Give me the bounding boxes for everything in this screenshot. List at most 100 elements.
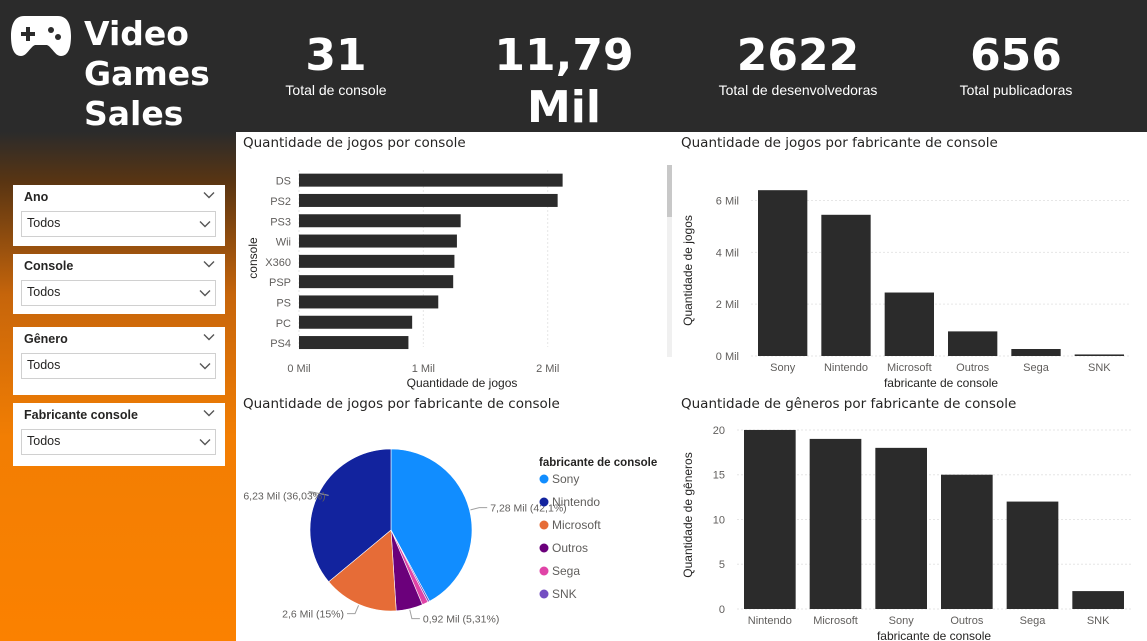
legend-marker [539, 474, 549, 484]
bar [299, 315, 413, 329]
kpi-label: Total de jogos [520, 134, 608, 150]
y-tick-label: 5 [719, 559, 725, 571]
filter-value: Todos [27, 358, 61, 372]
x-tick-label: Nintendo [748, 615, 792, 627]
filter-dropdown[interactable]: Todos [21, 280, 216, 306]
pie-leader-line [347, 605, 360, 615]
chevron-down-icon [199, 363, 211, 370]
chevron-down-icon[interactable] [203, 407, 215, 419]
app-title: Video Games Sales [84, 14, 210, 133]
legend-marker [539, 497, 549, 507]
y-tick-label: 20 [713, 425, 725, 437]
legend-label: SNK [552, 587, 577, 601]
bar [744, 429, 796, 609]
fabricante-pie-chart[interactable]: 7,28 Mil (42,1%)6,23 Mil (36,03%)2,6 Mil… [237, 415, 677, 641]
x-tick-label: SNK [1087, 615, 1110, 627]
filter-title: Console [24, 259, 74, 273]
x-tick-label: 2 Mil [536, 363, 559, 375]
chevron-down-icon [199, 221, 211, 228]
filter-value: Todos [27, 434, 61, 448]
x-axis-label: fabricante de console [877, 629, 991, 641]
bar [941, 474, 993, 609]
y-axis-label: Quantidade de gêneros [681, 452, 695, 577]
legend-label: Sony [552, 472, 579, 486]
generos-bar-chart[interactable]: 0 5 10 15 20 Nintendo Microsoft Sony Outros Sega S… [677, 415, 1147, 641]
y-axis-label: console [246, 237, 260, 279]
legend-label: Sega [552, 564, 580, 578]
filter-fabricante-console: Fabricante console Todos [13, 403, 225, 466]
filter-genero: Gênero Todos [13, 327, 225, 395]
fabricante-bar-chart[interactable]: 0 Mil 2 Mil 4 Mil 6 Mil Sony Nintendo Microsof… [677, 155, 1147, 395]
y-tick-label: PC [276, 318, 291, 330]
chevron-down-icon[interactable] [203, 189, 215, 201]
console-bar-chart[interactable]: 0 Mil 1 Mil 2 Mil DS PS2 PS3 Wii X360 PSP PS PC PS4… [237, 155, 677, 395]
filter-dropdown[interactable]: Todos [21, 429, 216, 455]
gamepad-icon [11, 16, 71, 56]
filter-title: Gênero [24, 332, 68, 346]
y-tick-label: 15 [713, 470, 725, 482]
bar [948, 331, 998, 356]
x-axis-label: fabricante de console [884, 376, 998, 390]
legend-title: fabricante de console [539, 457, 657, 469]
legend-marker [539, 543, 549, 553]
bar [884, 292, 934, 356]
y-tick-label: X360 [265, 257, 291, 269]
chevron-down-icon[interactable] [203, 331, 215, 343]
filter-value: Todos [27, 216, 61, 230]
bar [299, 173, 563, 187]
bar [809, 438, 862, 609]
x-tick-label: 0 Mil [287, 363, 310, 375]
filter-value: Todos [27, 285, 61, 299]
chevron-down-icon [199, 290, 211, 297]
x-tick-label: Outros [950, 615, 984, 627]
filter-console: Console Todos [13, 254, 225, 314]
y-tick-label: 2 Mil [716, 299, 739, 311]
y-tick-label: 4 Mil [716, 247, 739, 259]
bar [1072, 591, 1124, 609]
bar [299, 234, 457, 248]
legend-label: Nintendo [552, 495, 600, 509]
filter-title: Ano [24, 190, 49, 204]
pie-leader-line [409, 609, 420, 620]
bar [758, 190, 808, 356]
filter-ano: Ano Todos [13, 185, 225, 246]
filter-dropdown[interactable]: Todos [21, 353, 216, 379]
bar [299, 336, 409, 350]
bar [821, 214, 871, 356]
chart-title-jogos-por-console: Quantidade de jogos por console [243, 135, 466, 151]
x-tick-label: Sony [889, 615, 915, 627]
y-tick-label: PS [276, 297, 291, 309]
x-axis-label: Quantidade de jogos [407, 376, 518, 390]
y-tick-label: PS2 [270, 196, 291, 208]
scrollbar-thumb [667, 165, 672, 217]
y-tick-label: DS [276, 176, 291, 188]
kpi-value: 656 [970, 30, 1062, 81]
pie-data-label: 6,23 Mil (36,03%) [243, 490, 325, 502]
bar [299, 214, 461, 228]
bar [1006, 501, 1059, 609]
legend-marker [539, 589, 549, 599]
x-tick-label: Nintendo [824, 362, 868, 374]
filter-dropdown[interactable]: Todos [21, 211, 216, 237]
y-tick-label: PSP [269, 277, 291, 289]
filter-title: Fabricante console [24, 408, 138, 422]
x-tick-label: Sega [1020, 615, 1047, 627]
chart-title-jogos-por-fabricante: Quantidade de jogos por fabricante de co… [681, 135, 998, 151]
legend-marker [539, 566, 549, 576]
bar [299, 193, 558, 207]
y-tick-label: PS3 [270, 216, 291, 228]
bar [299, 254, 455, 268]
chart-title-pie-fabricante: Quantidade de jogos por fabricante de co… [243, 396, 560, 412]
y-tick-label: PS4 [270, 338, 291, 350]
x-tick-label: Sony [770, 362, 796, 374]
y-axis-label: Quantidade de jogos [681, 215, 695, 326]
pie-data-label: 0,92 Mil (5,31%) [423, 614, 499, 626]
chevron-down-icon[interactable] [203, 258, 215, 270]
y-tick-label: 0 [719, 604, 725, 616]
legend-label: Outros [552, 541, 588, 555]
header-bar: Video Games Sales 31 Total de console 11… [0, 0, 1147, 150]
kpi-value: 31 [305, 30, 367, 81]
kpi-total-desenvolvedoras: 2622 Total de desenvolvedoras [708, 30, 888, 99]
bar [1011, 349, 1061, 356]
bar [875, 447, 927, 609]
